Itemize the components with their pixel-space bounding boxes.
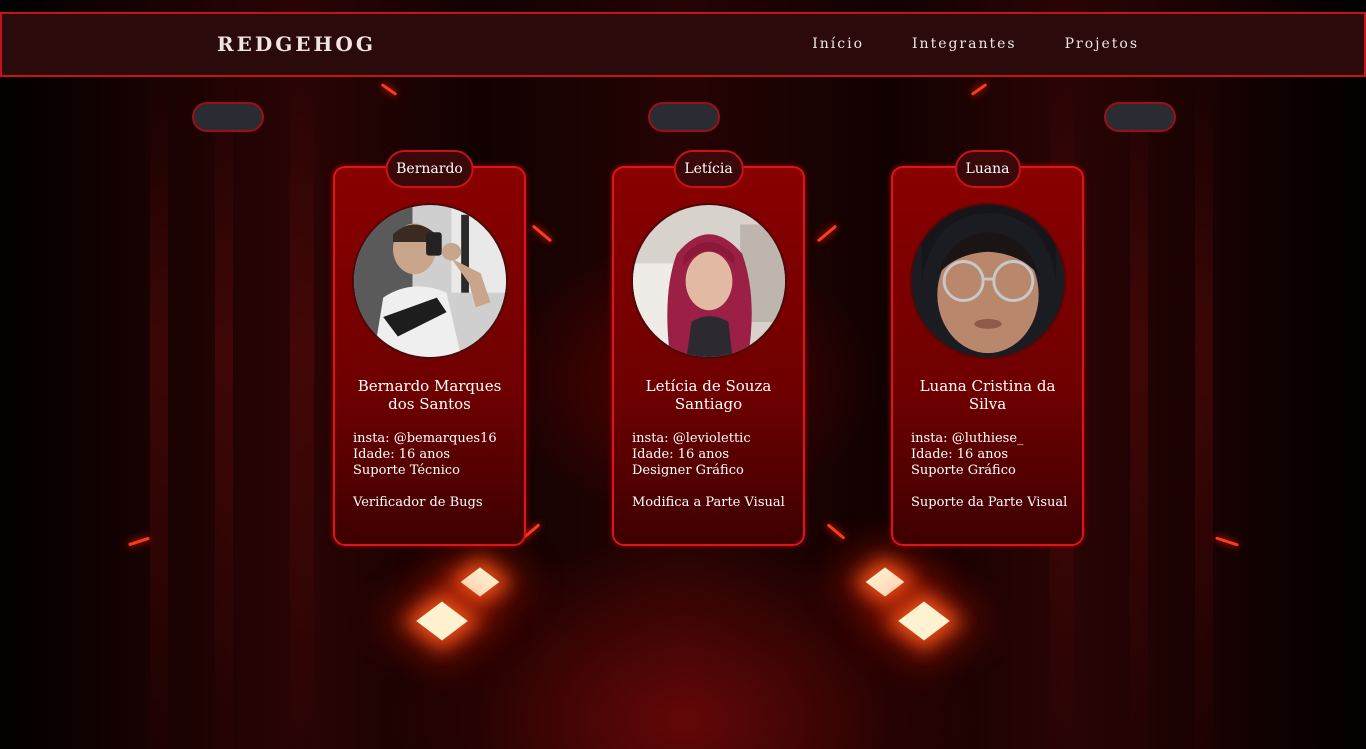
member-info: insta: @bemarques16 Idade: 16 anos Supor… [353, 431, 514, 511]
avatar [631, 203, 787, 359]
member-role: Suporte Técnico [353, 463, 460, 478]
member-name: Luana Cristina da Silva [919, 377, 1056, 413]
member-secondary-role: Suporte da Parte Visual [911, 495, 1068, 510]
nav-links: Início Integrantes Projetos [812, 36, 1139, 52]
member-info: insta: @leviolettic Idade: 16 anos Desig… [632, 431, 793, 511]
member-instagram: insta: @luthiese_ [911, 431, 1024, 446]
nav-link-inicio[interactable]: Início [812, 36, 864, 52]
decorative-pill-left [192, 102, 264, 132]
member-role: Designer Gráfico [632, 463, 744, 478]
member-info: insta: @luthiese_ Idade: 16 anos Suporte… [911, 431, 1072, 511]
member-name: Bernardo Marques dos Santos [357, 377, 502, 413]
member-name: Letícia de Souza Santiago [645, 377, 772, 413]
member-card-bernardo: Bernardo Bernardo Marques dos Santos ins… [333, 150, 526, 546]
member-instagram: insta: @bemarques16 [353, 431, 497, 446]
navbar: REDGEHOG Início Integrantes Projetos [0, 12, 1366, 77]
member-role: Suporte Gráfico [911, 463, 1016, 478]
member-card-luana: Luana Luana Cristina da Silva insta: @lu… [891, 150, 1084, 546]
nav-link-projetos[interactable]: Projetos [1065, 36, 1139, 52]
avatar-photo-leticia [633, 205, 785, 357]
member-card-leticia: Letícia Letícia de Souza Santiago insta:… [612, 150, 805, 546]
member-instagram: insta: @leviolettic [632, 431, 751, 446]
nav-link-integrantes[interactable]: Integrantes [912, 36, 1017, 52]
member-age: Idade: 16 anos [632, 447, 730, 462]
member-secondary-role: Modifica a Parte Visual [632, 495, 785, 510]
member-age: Idade: 16 anos [911, 447, 1009, 462]
site-logo[interactable]: REDGEHOG [217, 32, 376, 56]
member-secondary-role: Verificador de Bugs [353, 495, 483, 510]
decorative-pill-center [648, 102, 720, 132]
avatar [352, 203, 508, 359]
avatar-photo-luana [912, 205, 1064, 357]
decorative-pill-right [1104, 102, 1176, 132]
member-tag: Luana [954, 150, 1021, 188]
member-age: Idade: 16 anos [353, 447, 451, 462]
avatar-photo-bernardo [354, 205, 506, 357]
avatar [910, 203, 1066, 359]
member-tag: Letícia [673, 150, 744, 188]
member-tag: Bernardo [385, 150, 474, 188]
